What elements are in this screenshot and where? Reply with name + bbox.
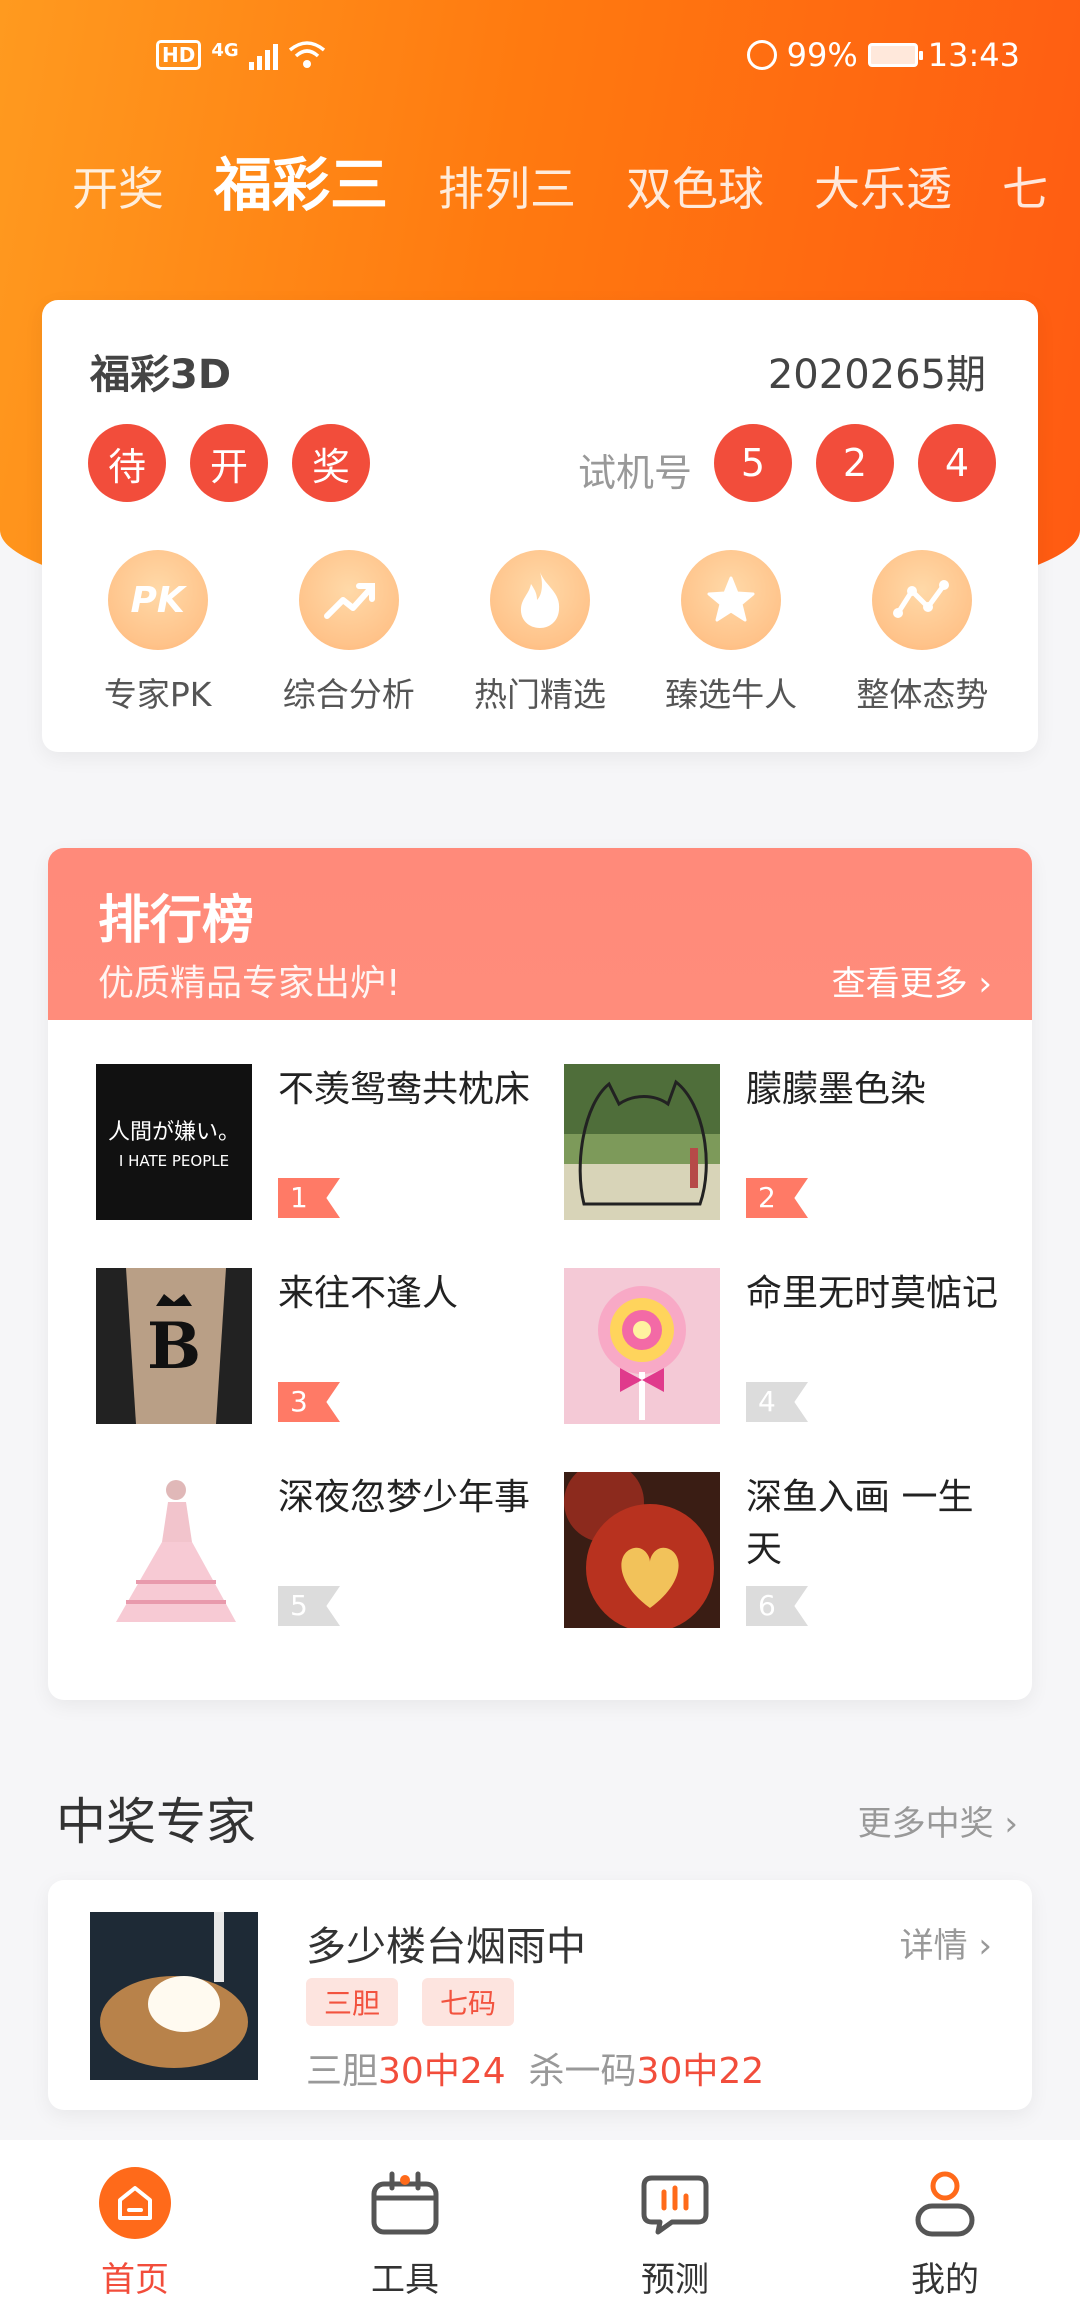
rank-badge: 3 — [278, 1382, 340, 1422]
feature-hot-picks[interactable]: 热门精选 — [460, 550, 620, 716]
wifi-icon — [288, 41, 325, 68]
ranking-subtitle: 优质精品专家出炉! — [98, 963, 401, 1004]
winners-more-link[interactable]: 更多中奖 › — [858, 1796, 1018, 1845]
draw-status-balls: 待 开 奖 — [88, 424, 370, 502]
avatar — [564, 1268, 720, 1424]
lottery-name: 福彩3D — [90, 352, 232, 398]
trial-ball: 4 — [918, 424, 996, 502]
star-icon — [681, 550, 782, 650]
rank-badge: 1 — [278, 1178, 340, 1218]
avatar — [564, 1064, 720, 1220]
tab-fucai3[interactable]: 福彩三 — [214, 138, 388, 218]
trial-ball: 2 — [816, 424, 894, 502]
user-icon — [908, 2166, 982, 2240]
winner-name: 多少楼台烟雨中 — [306, 1924, 586, 1970]
toolbox-icon — [368, 2166, 442, 2240]
feature-overall-trend[interactable]: 整体态势 — [842, 550, 1002, 716]
lottery-card[interactable]: 福彩3D 2020265期 待 开 奖 试机号 5 2 4 PK 专家PK 综合… — [42, 300, 1038, 752]
lottery-issue: 2020265期 — [767, 352, 986, 398]
tag: 三胆 — [306, 1978, 399, 2026]
feature-label: 整体态势 — [856, 675, 989, 714]
ranking-title: 排行榜 — [98, 891, 255, 951]
flame-icon — [489, 550, 590, 650]
battery-percent: 99% — [786, 36, 858, 74]
pk-icon: PK — [107, 550, 208, 650]
nav-tools[interactable]: 工具 — [305, 2166, 505, 2310]
trend-up-icon — [298, 550, 399, 650]
tab-kaijiang[interactable]: 开奖 — [72, 153, 164, 218]
battery-icon — [867, 43, 923, 67]
ranking-item[interactable]: B 来往不逢人 3 — [96, 1268, 556, 1428]
trial-ball: 5 — [714, 424, 792, 502]
rank-badge: 2 — [746, 1178, 808, 1218]
trial-number-label: 试机号 — [577, 451, 692, 495]
tab-daletou[interactable]: 大乐透 — [814, 153, 952, 218]
ranking-name: 不羡鸳鸯共枕床 — [278, 1069, 531, 1110]
home-icon — [98, 2166, 172, 2240]
ranking-name: 深鱼入画 一生天 — [746, 1477, 974, 1570]
ranking-header: 排行榜 优质精品专家出炉! 查看更多 › — [48, 848, 1032, 1020]
ranking-item[interactable]: 人間が嫌い。 I HATE PEOPLE 不羡鸳鸯共枕床 1 — [96, 1064, 556, 1224]
ranking-name: 朦朦墨色染 — [746, 1069, 927, 1110]
wave-chart-icon — [872, 550, 973, 650]
ranking-name: 深夜忽梦少年事 — [278, 1477, 531, 1518]
avatar — [90, 1912, 258, 2080]
chevron-right-icon: › — [993, 1804, 1018, 1844]
ranking-item[interactable]: 朦朦墨色染 2 — [564, 1064, 1024, 1224]
feature-expert-pk[interactable]: PK 专家PK — [78, 550, 238, 716]
ranking-card: 排行榜 优质精品专家出炉! 查看更多 › 人間が嫌い。 I HATE PEOPL… — [48, 848, 1032, 1700]
tab-pailie3[interactable]: 排列三 — [438, 153, 576, 218]
hd-badge: HD — [156, 40, 202, 70]
ranking-item[interactable]: 命里无时莫惦记 4 — [564, 1268, 1024, 1428]
feature-top-experts[interactable]: 臻选牛人 — [651, 550, 811, 716]
ranking-more-link[interactable]: 查看更多 › — [832, 956, 992, 1005]
avatar: B — [96, 1268, 252, 1424]
trial-number-balls: 5 2 4 — [714, 424, 996, 502]
status-ball: 奖 — [292, 424, 370, 502]
chat-bars-icon — [638, 2166, 712, 2240]
nav-mine[interactable]: 我的 — [845, 2166, 1045, 2310]
rank-badge: 6 — [746, 1586, 808, 1626]
rank-badge: 4 — [746, 1382, 808, 1422]
winners-title: 中奖专家 — [56, 1793, 256, 1851]
winner-tags: 三胆 七码 — [306, 1978, 515, 2026]
alarm-icon — [746, 40, 777, 70]
svg-text:B: B — [147, 1309, 201, 1384]
tab-qi[interactable]: 七 — [1002, 153, 1048, 218]
feature-analysis[interactable]: 综合分析 — [269, 550, 429, 716]
feature-label: 专家PK — [103, 675, 212, 714]
avatar: 人間が嫌い。 I HATE PEOPLE — [96, 1064, 252, 1220]
status-bar: HD 4G 99% 13:43 — [0, 36, 1080, 86]
signal-icon — [248, 40, 278, 70]
lottery-tabs: 开奖 福彩三 排列三 双色球 大乐透 七 — [72, 138, 1080, 218]
nav-predict[interactable]: 预测 — [575, 2166, 775, 2310]
avatar — [564, 1462, 720, 1632]
avatar — [96, 1472, 252, 1628]
feature-grid: PK 专家PK 综合分析 热门精选 臻选牛人 整体态势 — [42, 550, 1038, 716]
winner-card[interactable]: 多少楼台烟雨中 详情 › 三胆 七码 三胆30中24 杀一码30中22 — [48, 1880, 1032, 2110]
winner-detail-link[interactable]: 详情 › — [900, 1918, 992, 1967]
bottom-nav: 首页 工具 预测 我的 — [0, 2140, 1080, 2310]
status-ball: 待 — [88, 424, 166, 502]
clock: 13:43 — [927, 36, 1020, 74]
chevron-right-icon: › — [967, 964, 992, 1004]
feature-label: 臻选牛人 — [665, 675, 798, 714]
network-type: 4G — [211, 39, 239, 61]
ranking-item[interactable]: 深鱼入画 一生天 6 — [564, 1462, 1024, 1632]
rank-badge: 5 — [278, 1586, 340, 1626]
tab-shuangseqiu[interactable]: 双色球 — [626, 153, 764, 218]
ranking-item[interactable]: 深夜忽梦少年事 5 — [96, 1472, 556, 1632]
status-ball: 开 — [190, 424, 268, 502]
ranking-name: 命里无时莫惦记 — [746, 1273, 999, 1314]
nav-home[interactable]: 首页 — [35, 2166, 235, 2310]
chevron-right-icon: › — [967, 1926, 992, 1966]
ranking-name: 来往不逢人 — [278, 1273, 459, 1314]
feature-label: 综合分析 — [282, 675, 415, 714]
tag: 七码 — [422, 1978, 515, 2026]
feature-label: 热门精选 — [473, 675, 606, 714]
winner-stats: 三胆30中24 杀一码30中22 — [306, 2051, 765, 2092]
